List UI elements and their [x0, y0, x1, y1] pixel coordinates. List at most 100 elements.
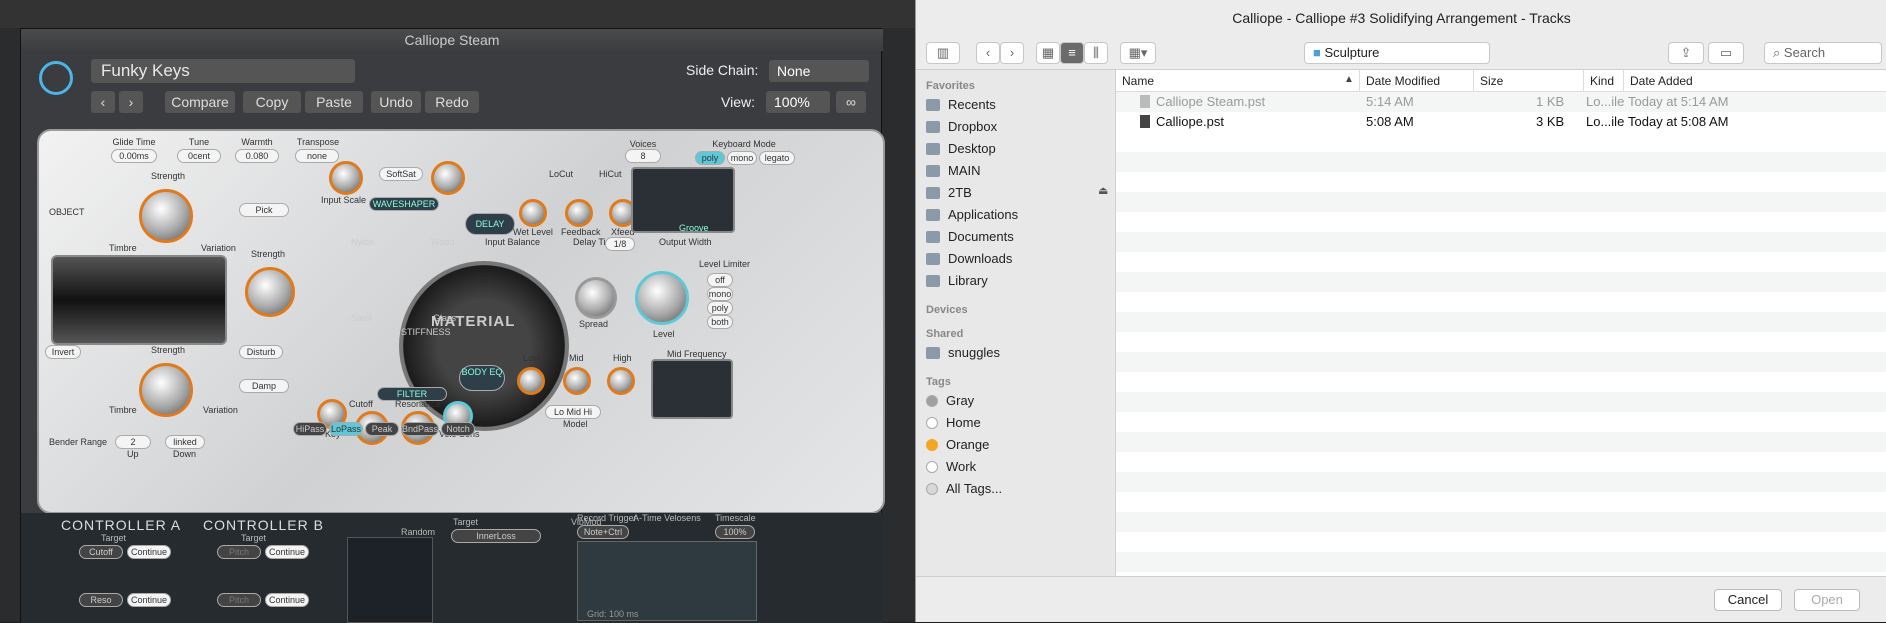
level-knob[interactable]	[635, 271, 689, 325]
controller-a-target-1[interactable]: Cutoff	[79, 545, 123, 559]
wet-level-knob[interactable]	[519, 199, 547, 227]
search-field[interactable]: ⌕ Search	[1764, 42, 1882, 64]
group-by-icon[interactable]: ▦▾	[1120, 42, 1156, 64]
filter-mode-lopass[interactable]: LoPass	[329, 422, 363, 436]
next-preset-button[interactable]: ›	[119, 91, 143, 113]
view-zoom-select[interactable]: 100%	[766, 91, 830, 113]
undo-button[interactable]: Undo	[371, 91, 421, 113]
link-icon[interactable]: ∞	[836, 91, 866, 113]
feedback-knob[interactable]	[565, 199, 593, 227]
eq-low-knob[interactable]	[517, 367, 545, 395]
paste-button[interactable]: Paste	[305, 91, 363, 113]
tag-home[interactable]: Home	[926, 412, 981, 434]
compare-button[interactable]: Compare	[165, 91, 235, 113]
sidebar-item-recents[interactable]: Recents	[926, 94, 996, 116]
controller-a-continue-2[interactable]: Continue	[127, 593, 171, 607]
object-2-type-select[interactable]: Disturb	[239, 345, 283, 359]
eq-mid-knob[interactable]	[563, 367, 591, 395]
controller-a-target-2[interactable]: Reso	[79, 593, 123, 607]
tag-icon[interactable]: ▭	[1708, 42, 1744, 64]
back-button[interactable]: ‹	[976, 42, 1000, 64]
object-1-type-select[interactable]: Pick	[239, 203, 289, 217]
controller-b-target-1[interactable]: Pitch	[217, 545, 261, 559]
body-eq-toggle[interactable]: BODY EQ	[459, 365, 505, 391]
list-view-icon[interactable]: ≡	[1060, 42, 1084, 64]
variation-knob[interactable]	[431, 161, 465, 195]
sidebar-item-applications[interactable]: Applications	[926, 204, 1018, 226]
filter-mode-notch[interactable]: Notch	[441, 422, 475, 436]
file-row[interactable]: Calliope Steam.pst 5:14 AM 1 KB Lo...ile…	[1116, 92, 1886, 112]
sidebar-item-snuggles[interactable]: snuggles	[926, 342, 1000, 364]
object-3-strength-knob[interactable]	[139, 363, 193, 417]
tune-value[interactable]: 0cent	[177, 149, 221, 163]
column-kind[interactable]: Kind	[1584, 70, 1624, 92]
column-view-icon[interactable]: ⫼	[1084, 42, 1108, 64]
sidebar-item-documents[interactable]: Documents	[926, 226, 1014, 248]
eq-high-knob[interactable]	[607, 367, 635, 395]
filter-mode-peak[interactable]: Peak	[365, 422, 399, 436]
side-chain-select[interactable]: None	[769, 60, 869, 82]
transpose-value[interactable]: none	[295, 149, 339, 163]
object-3-type-select[interactable]: Damp	[239, 379, 289, 393]
controller-a-continue-1[interactable]: Continue	[127, 545, 171, 559]
delay-toggle[interactable]: DELAY	[465, 213, 515, 235]
controller-b-target-2[interactable]: Pitch	[217, 593, 261, 607]
waveshaper-type-select[interactable]: SoftSat	[379, 167, 423, 181]
tag-orange[interactable]: Orange	[926, 434, 989, 456]
tag-gray[interactable]: Gray	[926, 390, 974, 412]
filter-mode-bndpass[interactable]: BndPass	[401, 422, 439, 436]
input-scale-knob[interactable]	[329, 161, 363, 195]
sidebar-toggle-icon[interactable]: ▥	[926, 42, 960, 64]
sidebar-item-downloads[interactable]: Downloads	[926, 248, 1012, 270]
eq-model-select[interactable]: Lo Mid Hi	[545, 405, 601, 419]
sidebar-item-desktop[interactable]: Desktop	[926, 138, 996, 160]
vib-target-select[interactable]: InnerLoss	[451, 529, 541, 543]
limiter-mono[interactable]: mono	[707, 287, 733, 301]
column-date-modified[interactable]: Date Modified	[1360, 70, 1474, 92]
timescale-value[interactable]: 100%	[715, 525, 755, 539]
delay-time-select[interactable]: 1/8	[605, 237, 635, 251]
random-pad[interactable]	[347, 537, 433, 623]
column-date-added[interactable]: Date Added	[1624, 70, 1886, 92]
warmth-value[interactable]: 0.080	[235, 149, 279, 163]
folder-popup[interactable]: ■ Sculpture	[1304, 42, 1490, 64]
glide-value[interactable]: 0.00ms	[111, 149, 157, 163]
share-icon[interactable]: ⇪	[1668, 42, 1704, 64]
kb-mode-mono[interactable]: mono	[727, 151, 757, 165]
controller-b-continue-1[interactable]: Continue	[265, 545, 309, 559]
cancel-button[interactable]: Cancel	[1714, 589, 1782, 611]
open-button[interactable]: Open	[1794, 589, 1860, 611]
copy-button[interactable]: Copy	[243, 91, 301, 113]
object-2-strength-knob[interactable]	[245, 267, 295, 317]
icon-view-icon[interactable]: ▦	[1036, 42, 1060, 64]
sidebar-item-dropbox[interactable]: Dropbox	[926, 116, 997, 138]
invert-toggle[interactable]: Invert	[45, 345, 81, 359]
tag-all[interactable]: All Tags...	[926, 478, 1002, 500]
sidebar-item-2tb[interactable]: 2TB	[926, 182, 972, 204]
file-row[interactable]: Calliope.pst 5:08 AM 3 KB Lo...ile Today…	[1116, 112, 1886, 132]
voices-value[interactable]: 8	[625, 149, 661, 163]
filter-mode-hipass[interactable]: HiPass	[293, 422, 327, 436]
sidebar-item-library[interactable]: Library	[926, 270, 988, 292]
column-size[interactable]: Size	[1474, 70, 1584, 92]
eject-icon[interactable]: ⏏	[1098, 184, 1108, 197]
preset-selector[interactable]: Funky Keys	[91, 59, 355, 83]
redo-button[interactable]: Redo	[425, 91, 479, 113]
controller-b-continue-2[interactable]: Continue	[265, 593, 309, 607]
waveshaper-toggle[interactable]: WAVESHAPER	[369, 197, 439, 211]
bender-up-value[interactable]: 2	[115, 435, 151, 449]
bender-linked[interactable]: linked	[165, 435, 205, 449]
record-trigger-select[interactable]: Note+Ctrl	[577, 525, 629, 539]
limiter-both[interactable]: both	[707, 315, 733, 329]
sidebar-item-main[interactable]: MAIN	[926, 160, 981, 182]
forward-button[interactable]: ›	[1000, 42, 1024, 64]
power-icon[interactable]	[39, 61, 73, 95]
pickup-knob[interactable]	[575, 277, 617, 319]
limiter-poly[interactable]: poly	[707, 301, 733, 315]
object-1-strength-knob[interactable]	[139, 189, 193, 243]
column-name[interactable]: Name	[1116, 70, 1360, 92]
string-display[interactable]	[51, 255, 227, 345]
kb-mode-poly[interactable]: poly	[695, 151, 725, 165]
kb-mode-legato[interactable]: legato	[759, 151, 795, 165]
limiter-off[interactable]: off	[707, 273, 733, 287]
